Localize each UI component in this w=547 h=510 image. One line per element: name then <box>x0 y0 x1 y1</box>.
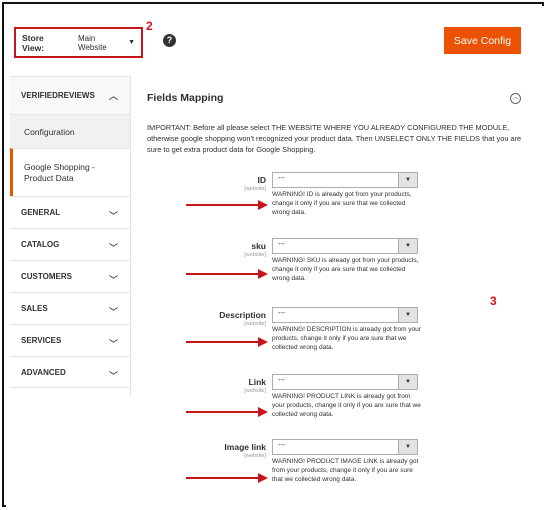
sidebar-group-sales[interactable]: SALES ﹀ <box>10 292 130 324</box>
help-icon[interactable]: ? <box>163 34 176 47</box>
caret-down-icon[interactable]: ▼ <box>128 39 135 46</box>
field-label: Image link <box>224 442 266 452</box>
screenshot-frame: Store View: Main Website ▼ 2 ? Save Conf… <box>2 2 544 507</box>
field-warning-note: WARNING! PRODUCT LINK is already got fro… <box>272 393 421 418</box>
caret-down-icon[interactable]: ▼ <box>398 308 417 322</box>
select-value: --- <box>278 442 285 449</box>
collapse-icon[interactable]: ︿ <box>510 93 521 104</box>
field-select[interactable]: --- ▼ <box>272 238 418 254</box>
select-value: --- <box>278 377 285 384</box>
sidebar-item-configuration[interactable]: Configuration <box>10 114 130 148</box>
sidebar-group-catalog[interactable]: CATALOG ﹀ <box>10 228 130 260</box>
field-scope: [website] <box>244 388 266 394</box>
store-view-switcher[interactable]: Store View: Main Website ▼ <box>14 27 143 58</box>
store-view-label: Store View: <box>22 32 45 53</box>
sidebar-group-general[interactable]: GENERAL ﹀ <box>10 196 130 228</box>
sidebar-item-label: Configuration <box>24 126 75 137</box>
sidebar-group-label: CUSTOMERS <box>21 272 72 281</box>
chevron-down-icon[interactable]: ﹀ <box>109 241 118 254</box>
field-warning-note: WARNING! DESCRIPTION is already got from… <box>272 326 421 351</box>
caret-down-icon[interactable]: ▼ <box>398 239 417 253</box>
sidebar-group-advanced[interactable]: ADVANCED ﹀ <box>10 356 130 388</box>
sidebar-item-label: Google Shopping - Product Data <box>24 161 95 183</box>
important-notice: IMPORTANT: Before all please select THE … <box>147 123 522 154</box>
field-scope: [website] <box>244 453 266 459</box>
sidebar-group-label: GENERAL <box>21 208 61 217</box>
caret-down-icon[interactable]: ▼ <box>398 173 417 187</box>
field-warning-note: WARNING! SKU is already got from your pr… <box>272 257 419 282</box>
chevron-down-icon[interactable]: ﹀ <box>109 305 118 318</box>
admin-page: Store View: Main Website ▼ 2 ? Save Conf… <box>6 6 544 507</box>
section-title: Fields Mapping <box>147 92 224 104</box>
store-view-value[interactable]: Main Website <box>78 34 124 52</box>
field-warning-note: WARNING! ID is already got from your pro… <box>272 191 412 216</box>
chevron-down-icon[interactable]: ﹀ <box>109 209 118 222</box>
sidebar-group-label: CATALOG <box>21 240 60 249</box>
sidebar-group-label: SERVICES <box>21 336 62 345</box>
field-scope: [website] <box>244 321 266 327</box>
field-select[interactable]: --- ▼ <box>272 439 418 455</box>
sidebar-group-label: SALES <box>21 304 48 313</box>
caret-down-icon[interactable]: ▼ <box>398 375 417 389</box>
field-label: Link <box>248 377 266 387</box>
field-label: sku <box>251 241 266 251</box>
sidebar-section-label: VERIFIEDREVIEWS <box>21 91 95 100</box>
chevron-down-icon[interactable]: ﹀ <box>109 337 118 350</box>
select-value: --- <box>278 241 285 248</box>
sidebar-item-google-shopping[interactable]: Google Shopping - Product Data <box>10 148 130 196</box>
field-scope: [website] <box>244 252 266 258</box>
field-select[interactable]: --- ▼ <box>272 172 418 188</box>
sidebar-group-customers[interactable]: CUSTOMERS ﹀ <box>10 260 130 292</box>
field-label: Description <box>219 310 266 320</box>
field-warning-note: WARNING! PRODUCT IMAGE LINK is already g… <box>272 458 419 483</box>
chevron-down-icon[interactable]: ﹀ <box>109 273 118 286</box>
chevron-down-icon[interactable]: ﹀ <box>109 369 118 382</box>
field-select[interactable]: --- ▼ <box>272 374 418 390</box>
chevron-up-icon[interactable]: ︿ <box>109 89 118 102</box>
save-config-button[interactable]: Save Config <box>444 27 521 54</box>
sidebar-section-verifiedreviews[interactable]: VERIFIEDREVIEWS ︿ <box>10 76 130 114</box>
sidebar-group-services[interactable]: SERVICES ﹀ <box>10 324 130 356</box>
select-value: --- <box>278 310 285 317</box>
select-value: --- <box>278 175 285 182</box>
caret-down-icon[interactable]: ▼ <box>398 440 417 454</box>
sidebar-group-label: ADVANCED <box>21 367 66 377</box>
field-select[interactable]: --- ▼ <box>272 307 418 323</box>
field-label: ID <box>257 175 267 185</box>
annotation-2: 2 <box>146 19 153 33</box>
config-sidebar: VERIFIEDREVIEWS ︿ Configuration Google S… <box>10 76 131 396</box>
annotation-3: 3 <box>490 294 497 308</box>
field-scope: [website] <box>244 186 266 192</box>
